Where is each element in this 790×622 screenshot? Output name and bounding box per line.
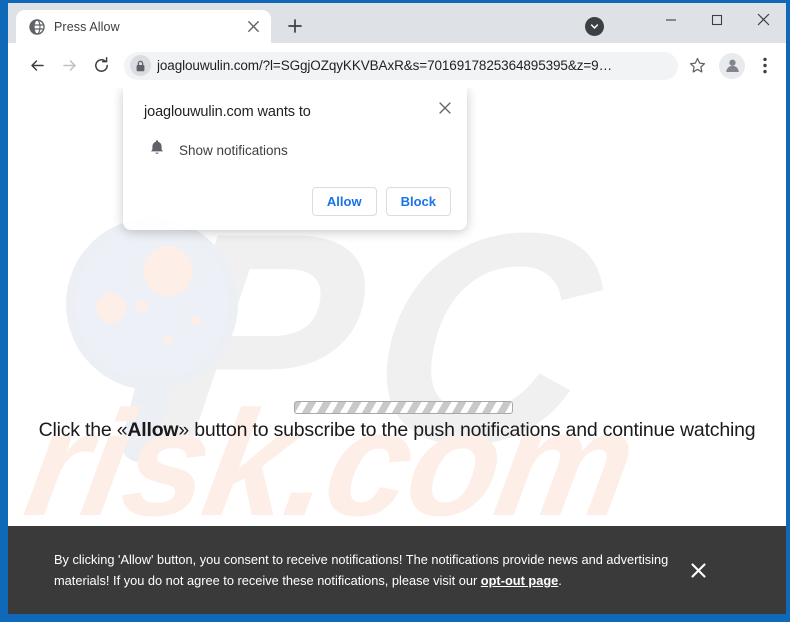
consent-banner-text: By clicking 'Allow' button, you consent … [54,549,680,591]
chevron-down-circle-icon[interactable] [585,17,604,36]
opt-out-page-link[interactable]: opt-out page [481,573,558,588]
browser-window: Press Allow joaglouwulin.com/?l=SGgjOZqy… [0,0,790,622]
browser-tab-press-allow[interactable]: Press Allow [16,10,271,43]
dialog-close-icon[interactable] [433,96,457,120]
maximize-icon[interactable] [694,3,740,36]
avatar-icon[interactable] [719,52,745,79]
consent-text-part2: . [558,573,562,588]
watermark-dot [96,293,126,323]
striped-progress-bar [294,401,513,414]
watermark-dot [163,336,172,345]
block-button[interactable]: Block [385,187,451,216]
back-arrow-icon[interactable] [22,51,52,81]
consent-banner: By clicking 'Allow' button, you consent … [8,526,786,614]
minimize-icon[interactable] [648,3,694,36]
page-instruction-text: Click the «Allow» button to subscribe to… [8,419,786,442]
watermark-magnifier-circle [66,218,238,390]
permission-label: Show notifications [179,142,288,158]
window-controls [648,3,786,36]
watermark-dot [136,300,148,312]
tab-close-icon[interactable] [243,17,263,37]
notification-permission-dialog: joaglouwulin.com wants to Show notificat… [123,88,467,230]
watermark-dot [143,246,193,296]
allow-button[interactable]: Allow [311,187,377,216]
address-bar[interactable]: joaglouwulin.com/?l=SGgjOZqyKKVBAxR&s=70… [124,51,678,80]
browser-toolbar: joaglouwulin.com/?l=SGgjOZqyKKVBAxR&s=70… [8,43,786,88]
dialog-title: joaglouwulin.com wants to [144,104,311,120]
instruction-allow-word: Allow [127,419,179,441]
close-icon[interactable] [740,3,786,36]
consent-banner-close-icon[interactable] [680,552,716,588]
address-bar-url: joaglouwulin.com/?l=SGgjOZqyKKVBAxR&s=70… [157,58,612,73]
star-icon[interactable] [684,53,710,79]
dialog-actions: Allow Block [144,187,451,216]
instruction-prefix: Click the « [38,419,128,441]
globe-icon [28,18,45,35]
lock-icon[interactable] [130,55,151,76]
reload-icon[interactable] [86,51,116,81]
consent-text-part1: By clicking 'Allow' button, you consent … [54,551,669,588]
forward-arrow-icon[interactable] [54,51,84,81]
new-tab-button[interactable] [281,12,309,40]
tab-title: Press Allow [54,19,120,34]
dialog-permission-row: Show notifications [144,139,451,161]
watermark-dot [190,316,200,326]
three-dot-menu-icon[interactable] [752,53,778,79]
page-viewport: PC risk.com Click the «Allow» button to … [8,88,786,614]
instruction-suffix: » button to subscribe to the push notifi… [178,419,756,441]
bell-icon [149,139,165,161]
